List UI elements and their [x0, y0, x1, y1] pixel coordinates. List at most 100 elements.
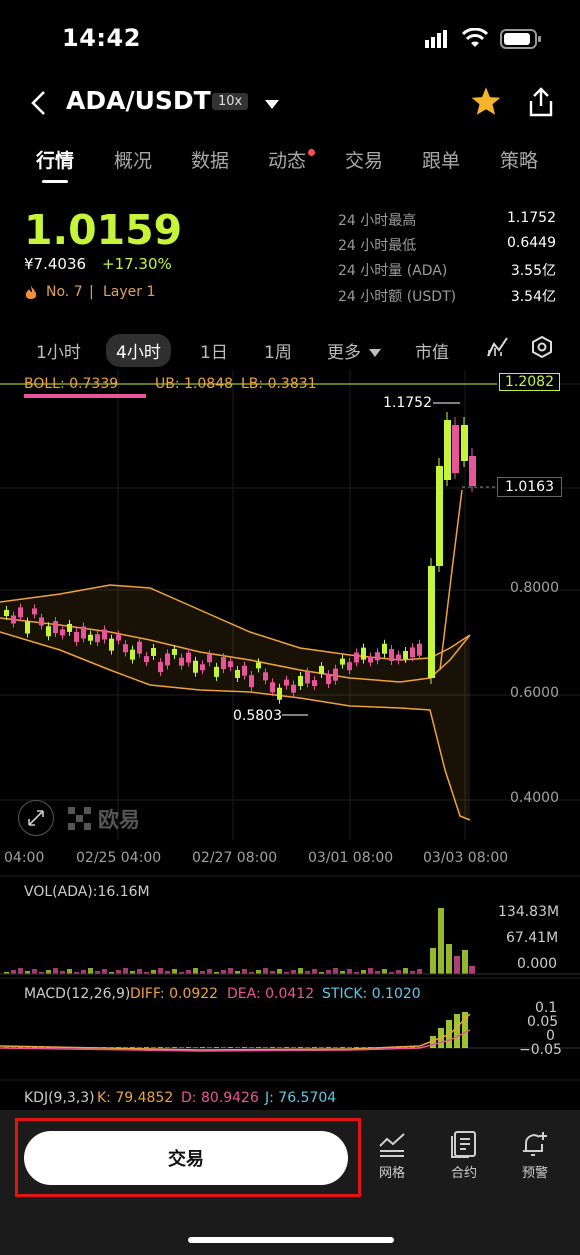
highlight-box [15, 1118, 361, 1197]
candle-body [46, 626, 51, 637]
candle-body [368, 656, 373, 663]
boll-ub-label: UB: 1.0848 [155, 376, 234, 392]
axis-top-price: 1.2082 [499, 373, 560, 391]
interval-market-cap[interactable]: 市值 [415, 338, 449, 363]
volume-bar [291, 970, 296, 974]
back-icon[interactable] [28, 90, 48, 120]
macd-histogram-bar [207, 1047, 212, 1048]
volume-bar [403, 968, 408, 974]
grid-tool-label: 网格 [378, 1166, 405, 1181]
time-axis-label: 02/25 04:00 [76, 850, 162, 866]
candle-body [410, 647, 415, 658]
volume-bar [469, 966, 475, 974]
candle-body [291, 684, 296, 693]
candle-body [151, 647, 156, 656]
settings-icon[interactable] [530, 335, 554, 363]
candle-body [417, 643, 422, 656]
grid-tool-button[interactable]: 网格 [362, 1130, 422, 1181]
macd-histogram-bar [235, 1047, 240, 1048]
high-price-note: 1.1752 [383, 395, 432, 411]
current-price-tag: 1.0163 [497, 477, 562, 497]
volume-bar [333, 968, 338, 974]
indicator-icon[interactable] [486, 336, 510, 362]
tab-strategy[interactable]: 策略 [500, 146, 538, 173]
macd-histogram-bar [158, 1047, 163, 1048]
tab-data[interactable]: 数据 [191, 146, 229, 173]
time-axis-label: 04:00 [4, 850, 45, 866]
time-axis-label: 03/03 08:00 [423, 850, 509, 866]
macd-histogram-bar [256, 1047, 261, 1048]
volume-bar [417, 969, 422, 974]
macd-histogram-bar [130, 1047, 135, 1048]
candle-body [298, 675, 303, 686]
candle-body [67, 623, 72, 632]
contract-tool-button[interactable]: 合约 [434, 1130, 494, 1181]
tab-market[interactable]: 行情 [36, 146, 74, 173]
volume-bar [298, 968, 303, 974]
volume-bar [347, 969, 352, 974]
chevron-down-icon[interactable] [264, 96, 280, 115]
interval-1h[interactable]: 1小时 [36, 338, 81, 363]
candle-body [116, 634, 121, 641]
rank-separator: | [89, 284, 94, 300]
macd-histogram-bar [179, 1047, 184, 1048]
candle-body [444, 420, 451, 480]
volume-bar [207, 969, 212, 974]
macd-histogram-bar [137, 1047, 142, 1048]
volume-bar [242, 969, 247, 974]
contract-tool-label: 合约 [450, 1166, 477, 1181]
category-tag[interactable]: Layer 1 [103, 284, 155, 300]
interval-1w[interactable]: 1周 [264, 338, 292, 363]
grid-trading-icon [379, 1133, 405, 1157]
candle-body [74, 631, 79, 642]
candle-body [403, 650, 408, 659]
volume-bar [193, 968, 198, 974]
boll-marker [24, 394, 146, 398]
vol-axis-zero: 0.000 [517, 956, 558, 972]
home-indicator [188, 1237, 394, 1243]
volume-bar [18, 968, 23, 974]
macd-histogram-bar [221, 1047, 226, 1048]
interval-1d[interactable]: 1日 [200, 338, 228, 363]
macd-histogram-bar [291, 1047, 296, 1048]
volume-bar [67, 969, 72, 974]
tab-news[interactable]: 动态 [268, 146, 306, 173]
rank-number: No. 7 [46, 284, 83, 300]
alert-tool-button[interactable]: 预警 [505, 1130, 565, 1181]
volume-bar [430, 948, 436, 974]
interval-4h[interactable]: 4小时 [106, 334, 171, 367]
volume-bar [462, 950, 468, 974]
share-icon[interactable] [527, 86, 555, 122]
volume-bar [454, 956, 460, 974]
favorite-star-icon[interactable] [470, 86, 502, 120]
macd-histogram-bar [305, 1047, 310, 1048]
more-chevron-icon [369, 343, 381, 362]
tab-overview[interactable]: 概况 [114, 146, 152, 173]
candle-body [354, 652, 359, 663]
tab-trade[interactable]: 交易 [345, 146, 383, 173]
volume-bar [151, 970, 156, 974]
candle-body [130, 649, 135, 660]
time-axis-label: 02/27 08:00 [192, 850, 278, 866]
macd-histogram-bar [284, 1047, 289, 1048]
candle-body [95, 634, 100, 643]
volume-bar [368, 968, 373, 974]
expand-icon[interactable] [18, 800, 54, 836]
axis-price-label: 0.8000 [510, 580, 559, 596]
last-price: 1.0159 [24, 206, 183, 254]
interval-more[interactable]: 更多 [327, 338, 361, 363]
pair-title[interactable]: ADA/USDT [66, 86, 211, 115]
candle-body [186, 652, 191, 663]
volume-bar [158, 968, 163, 974]
volume-bar [172, 969, 177, 974]
candle-body [382, 643, 387, 654]
kdj-d: D: 80.9426 [181, 1090, 259, 1106]
candle-body [361, 647, 366, 660]
candle-body [249, 675, 254, 688]
bell-plus-icon [523, 1132, 547, 1156]
candle-body [396, 654, 401, 661]
kline-chart[interactable]: BOLL: 0.7339 UB: 1.0848 LB: 0.3831 1.208… [0, 370, 580, 1110]
volume-bar [32, 969, 37, 974]
candle-body [172, 648, 177, 655]
tab-copy-trade[interactable]: 跟单 [422, 146, 460, 173]
